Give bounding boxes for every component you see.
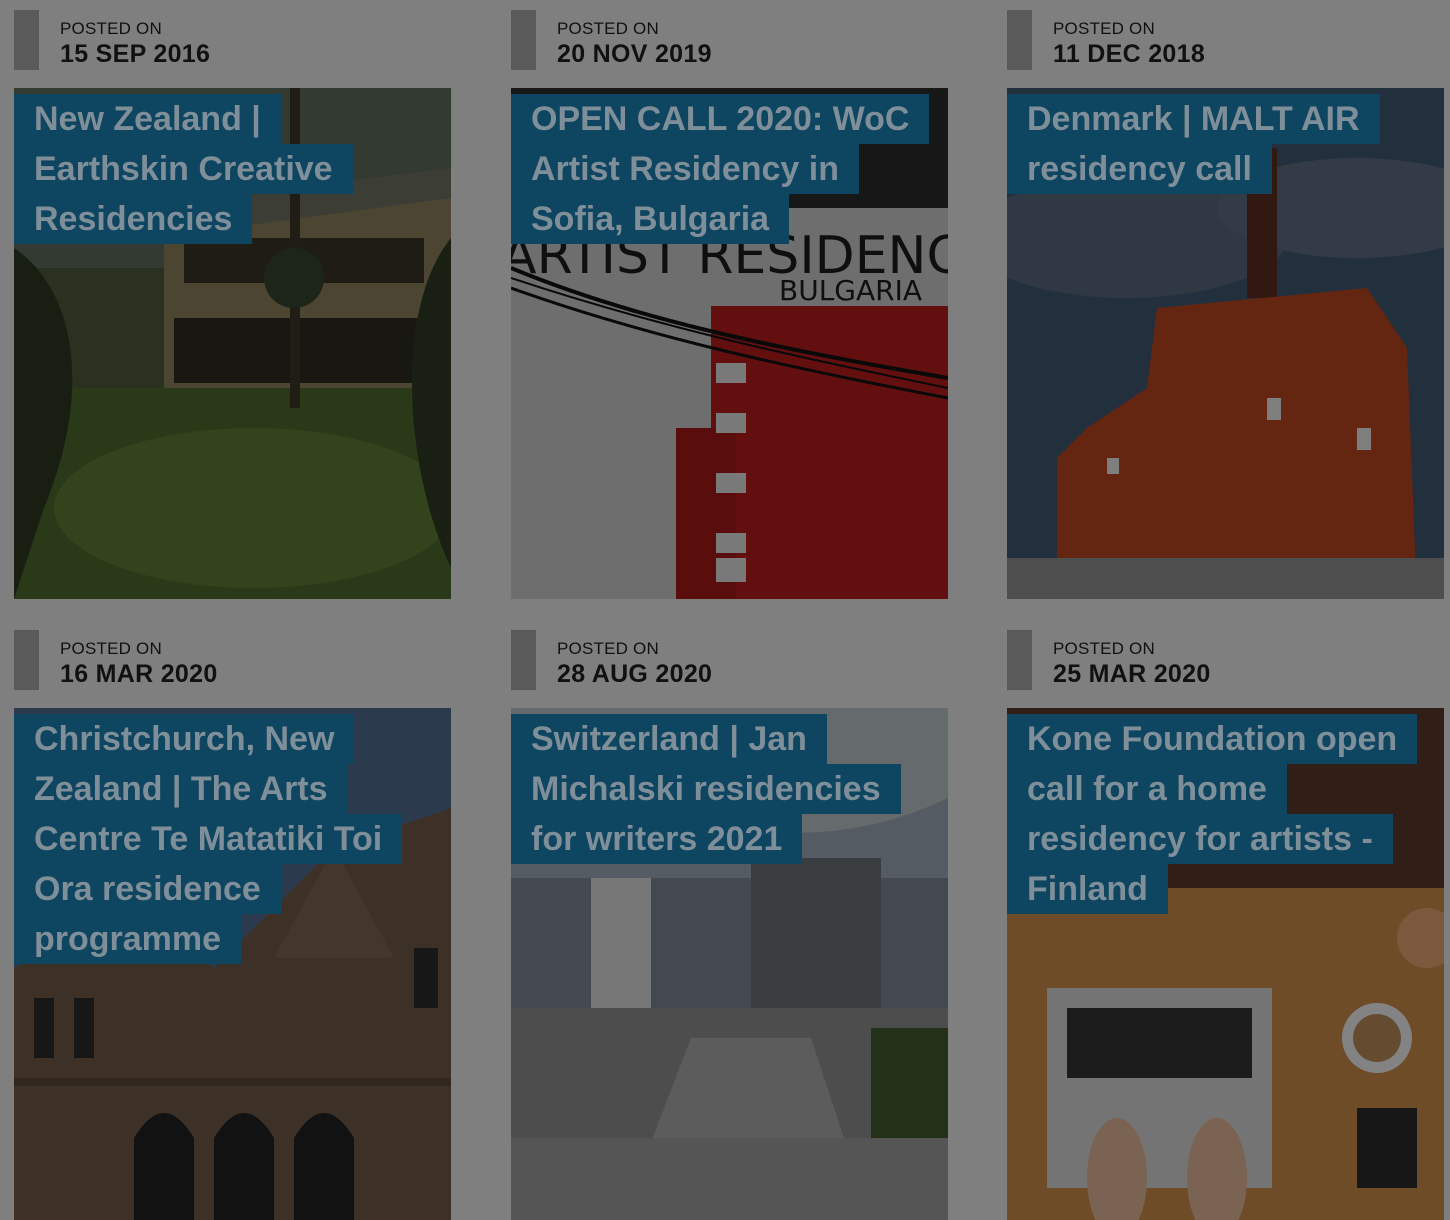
post-card[interactable]: POSTED ON 20 NOV 2019 ARTIST RESIDENCY B…	[511, 10, 948, 599]
post-meta: POSTED ON 20 NOV 2019	[511, 10, 948, 70]
post-thumbnail-link[interactable]: Christchurch, New Zealand | The Arts Cen…	[14, 708, 451, 1220]
meta-accent-bar	[1007, 10, 1032, 70]
post-title[interactable]: OPEN CALL 2020: WoC Artist Residency in …	[511, 94, 930, 244]
post-title[interactable]: Kone Foundation open call for a home res…	[1007, 714, 1418, 914]
post-thumbnail-link[interactable]: Kone Foundation open call for a home res…	[1007, 708, 1444, 1220]
post-title-wrap: New Zealand | Earthskin Creative Residen…	[14, 94, 414, 244]
post-date: 28 AUG 2020	[557, 660, 713, 688]
meta-accent-bar	[511, 630, 536, 690]
post-card[interactable]: POSTED ON 28 AUG 2020 Switzerland | Jan …	[511, 630, 948, 1220]
posted-on-label: POSTED ON	[60, 19, 162, 38]
post-card[interactable]: POSTED ON 15 SEP 2016 New Zealand | Eart	[14, 10, 451, 599]
post-thumbnail-link[interactable]: ARTIST RESIDENCY BULGARIA OPEN CALL 2020…	[511, 88, 948, 599]
post-title-wrap: Denmark | MALT AIR residency call	[1007, 94, 1407, 194]
post-title[interactable]: Christchurch, New Zealand | The Arts Cen…	[14, 714, 403, 964]
post-meta: POSTED ON 15 SEP 2016	[14, 10, 451, 70]
posted-on-label: POSTED ON	[1053, 19, 1155, 38]
post-title-wrap: Switzerland | Jan Michalski residencies …	[511, 714, 911, 864]
post-title[interactable]: New Zealand | Earthskin Creative Residen…	[14, 94, 353, 244]
post-thumbnail-link[interactable]: New Zealand | Earthskin Creative Residen…	[14, 88, 451, 599]
post-meta: POSTED ON 25 MAR 2020	[1007, 630, 1444, 690]
posts-grid: POSTED ON 15 SEP 2016 New Zealand | Eart	[0, 0, 1450, 1220]
post-meta: POSTED ON 11 DEC 2018	[1007, 10, 1444, 70]
posted-on-label: POSTED ON	[1053, 639, 1155, 658]
post-date: 25 MAR 2020	[1053, 660, 1211, 688]
meta-accent-bar	[511, 10, 536, 70]
post-card[interactable]: POSTED ON 16 MAR 2020 Christchurch, New …	[14, 630, 451, 1220]
post-title-wrap: Christchurch, New Zealand | The Arts Cen…	[14, 714, 414, 964]
posted-on-label: POSTED ON	[557, 19, 659, 38]
meta-accent-bar	[14, 630, 39, 690]
post-thumbnail-link[interactable]: Denmark | MALT AIR residency call	[1007, 88, 1444, 599]
meta-accent-bar	[1007, 630, 1032, 690]
post-date: 16 MAR 2020	[60, 660, 218, 688]
post-date: 20 NOV 2019	[557, 40, 712, 68]
meta-accent-bar	[14, 10, 39, 70]
posted-on-label: POSTED ON	[60, 639, 162, 658]
post-card[interactable]: POSTED ON 25 MAR 2020 Kone Foundation op…	[1007, 630, 1444, 1220]
post-title-wrap: OPEN CALL 2020: WoC Artist Residency in …	[511, 94, 930, 244]
post-title[interactable]: Switzerland | Jan Michalski residencies …	[511, 714, 901, 864]
post-date: 11 DEC 2018	[1053, 40, 1206, 68]
post-thumbnail-link[interactable]: Switzerland | Jan Michalski residencies …	[511, 708, 948, 1220]
post-card[interactable]: POSTED ON 11 DEC 2018 Denmark | MALT AIR…	[1007, 10, 1444, 599]
post-date: 15 SEP 2016	[60, 40, 211, 68]
post-meta: POSTED ON 28 AUG 2020	[511, 630, 948, 690]
post-meta: POSTED ON 16 MAR 2020	[14, 630, 451, 690]
post-title[interactable]: Denmark | MALT AIR residency call	[1007, 94, 1380, 194]
post-title-wrap: Kone Foundation open call for a home res…	[1007, 714, 1418, 914]
posted-on-label: POSTED ON	[557, 639, 659, 658]
